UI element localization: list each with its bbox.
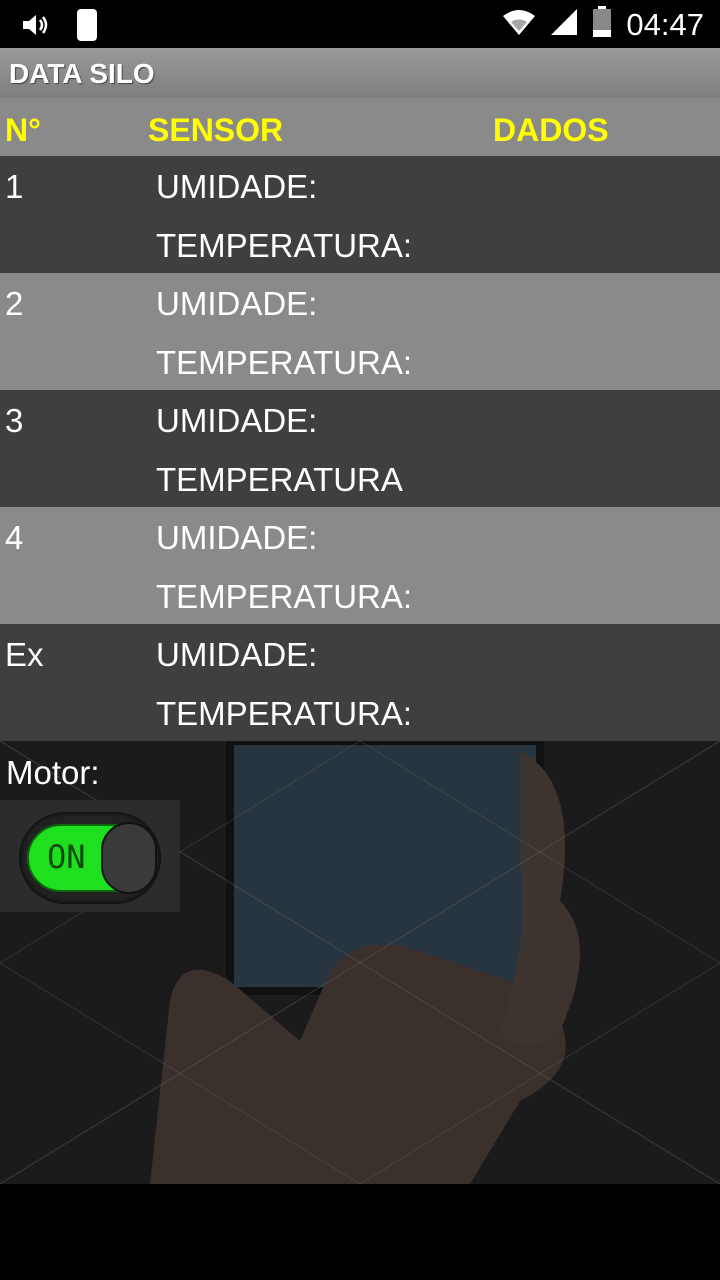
- motor-switch-container: ON: [0, 800, 180, 912]
- motor-label: Motor:: [6, 754, 100, 791]
- bottom-bar: [0, 1184, 720, 1280]
- wifi-icon: [502, 8, 536, 41]
- notification-icon: [76, 8, 98, 47]
- clock: 04:47: [626, 6, 704, 42]
- row-id: 1: [5, 168, 24, 205]
- table-header: N° SENSOR DADOS: [0, 98, 720, 156]
- row-id: 3: [5, 402, 24, 439]
- switch-state-text: ON: [47, 838, 86, 876]
- table-row: 1 UMIDADE: TEMPERATURA:: [0, 156, 720, 273]
- humidity-label: UMIDADE:: [156, 402, 318, 439]
- temperature-label: TEMPERATURA:: [156, 227, 413, 264]
- signal-icon: [550, 8, 578, 41]
- row-id: 4: [5, 519, 24, 556]
- app-bar: DATA SILO: [0, 48, 720, 98]
- volume-icon: [20, 10, 50, 45]
- row-id: Ex: [5, 636, 44, 673]
- table-row: 3 UMIDADE: TEMPERATURA: [0, 390, 720, 507]
- status-bar: 04:47: [0, 0, 720, 48]
- app-title: DATA SILO: [9, 58, 155, 89]
- temperature-label: TEMPERATURA:: [156, 578, 413, 615]
- table-row: 2 UMIDADE: TEMPERATURA:: [0, 273, 720, 390]
- temperature-label: TEMPERATURA:: [156, 695, 413, 732]
- table-row: Ex UMIDADE: TEMPERATURA:: [0, 624, 720, 741]
- temperature-label: TEMPERATURA:: [156, 344, 413, 381]
- table-row: 4 UMIDADE: TEMPERATURA:: [0, 507, 720, 624]
- temperature-label: TEMPERATURA: [156, 461, 403, 498]
- motor-switch[interactable]: ON: [19, 812, 161, 904]
- humidity-label: UMIDADE:: [156, 168, 318, 205]
- header-number: N°: [5, 112, 41, 148]
- battery-icon: [592, 6, 612, 43]
- row-id: 2: [5, 285, 24, 322]
- humidity-label: UMIDADE:: [156, 285, 318, 322]
- header-data: DADOS: [493, 112, 609, 148]
- humidity-label: UMIDADE:: [156, 636, 318, 673]
- header-sensor: SENSOR: [148, 112, 284, 148]
- switch-knob[interactable]: [101, 822, 157, 894]
- humidity-label: UMIDADE:: [156, 519, 318, 556]
